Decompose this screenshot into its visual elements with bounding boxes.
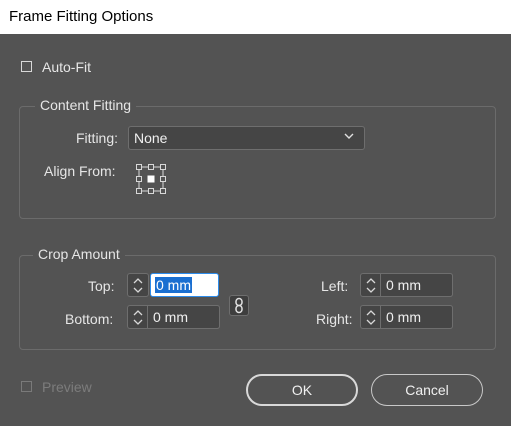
align-from-label: Align From: bbox=[44, 163, 116, 179]
right-input[interactable]: 0 mm bbox=[381, 305, 453, 329]
bottom-input[interactable]: 0 mm bbox=[148, 305, 220, 329]
chain-link-icon bbox=[235, 297, 243, 314]
left-input[interactable]: 0 mm bbox=[381, 273, 453, 297]
reference-point-top-left bbox=[136, 164, 142, 170]
stepper-arrows-icon bbox=[133, 310, 143, 325]
bottom-input-value: 0 mm bbox=[153, 309, 188, 325]
reference-point-top-center bbox=[148, 164, 154, 170]
fitting-select-value: None bbox=[134, 130, 168, 146]
crop-amount-group bbox=[19, 255, 496, 350]
reference-point-middle-left bbox=[136, 176, 142, 182]
stepper-arrows-icon bbox=[366, 278, 376, 293]
chevron-down-icon bbox=[344, 133, 354, 139]
top-label: Top: bbox=[88, 278, 115, 294]
right-label: Right: bbox=[316, 311, 353, 327]
constrain-link-button[interactable] bbox=[229, 295, 249, 316]
preview-checkbox[interactable] bbox=[21, 381, 32, 392]
preview-label[interactable]: Preview bbox=[42, 379, 92, 395]
auto-fit-checkbox[interactable] bbox=[21, 61, 32, 72]
crop-amount-title: Crop Amount bbox=[33, 246, 125, 262]
cancel-button[interactable]: Cancel bbox=[371, 374, 483, 406]
bottom-label: Bottom: bbox=[65, 311, 114, 327]
content-fitting-title: Content Fitting bbox=[35, 97, 137, 113]
reference-point-bottom-left bbox=[136, 188, 142, 194]
top-input-value: 0 mm bbox=[155, 277, 192, 293]
auto-fit-label[interactable]: Auto-Fit bbox=[42, 59, 91, 75]
reference-point-grid[interactable] bbox=[135, 163, 167, 195]
reference-point-bottom-right bbox=[160, 188, 166, 194]
stepper-arrows-icon bbox=[366, 310, 376, 325]
window-title: Frame Fitting Options bbox=[9, 8, 154, 25]
left-label: Left: bbox=[321, 278, 349, 294]
reference-point-bottom-center bbox=[148, 188, 154, 194]
left-input-value: 0 mm bbox=[386, 277, 421, 293]
reference-point-center bbox=[147, 175, 155, 183]
top-input[interactable]: 0 mm bbox=[150, 273, 219, 297]
title-bar: Frame Fitting Options bbox=[0, 0, 511, 34]
ok-button[interactable]: OK bbox=[246, 374, 358, 406]
dialog-body: Auto-Fit Content Fitting Fitting: None A… bbox=[0, 34, 511, 426]
stepper-arrows-icon bbox=[133, 278, 143, 293]
reference-point-top-right bbox=[160, 164, 166, 170]
reference-point-middle-right bbox=[160, 176, 166, 182]
fitting-select[interactable]: None bbox=[128, 126, 365, 150]
fitting-label: Fitting: bbox=[76, 130, 119, 146]
top-stepper[interactable] bbox=[127, 273, 149, 297]
right-input-value: 0 mm bbox=[386, 309, 421, 325]
